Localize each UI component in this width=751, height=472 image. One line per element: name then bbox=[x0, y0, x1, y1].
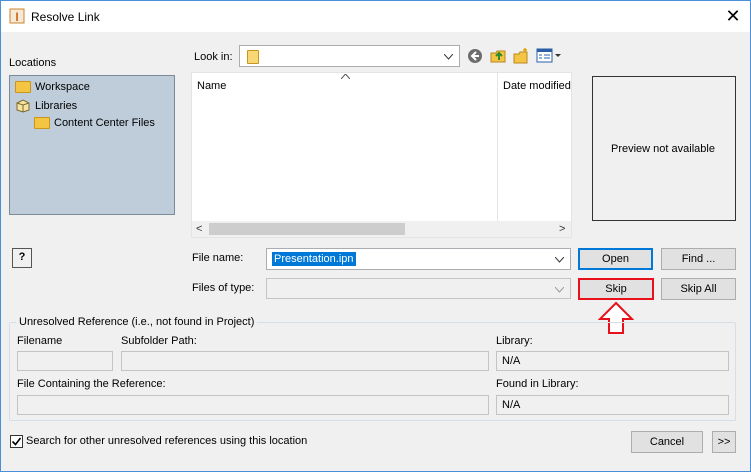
location-item-label: Libraries bbox=[35, 100, 78, 112]
chevron-down-icon bbox=[555, 287, 564, 293]
column-header-name[interactable]: Name bbox=[197, 80, 226, 92]
filename-label: Filename bbox=[17, 335, 63, 347]
svg-text:I: I bbox=[15, 10, 18, 24]
file-containing-reference-field[interactable] bbox=[17, 395, 489, 415]
skip-all-button[interactable]: Skip All bbox=[661, 278, 736, 300]
locations-heading: Locations bbox=[9, 57, 57, 69]
locations-panel: Workspace Libraries Content Center Files bbox=[9, 75, 175, 215]
close-icon[interactable]: ✕ bbox=[720, 4, 746, 28]
found-in-library-field[interactable]: N/A bbox=[496, 395, 729, 415]
help-button[interactable]: ? bbox=[12, 248, 32, 268]
look-in-dropdown[interactable] bbox=[239, 45, 460, 67]
search-checkbox[interactable] bbox=[10, 435, 23, 448]
new-folder-icon[interactable] bbox=[512, 47, 530, 65]
look-in-label: Look in: bbox=[194, 51, 233, 63]
files-of-type-label: Files of type: bbox=[192, 282, 255, 294]
library-icon bbox=[16, 99, 30, 113]
unresolved-reference-heading: Unresolved Reference (i.e., not found in… bbox=[16, 316, 258, 328]
column-divider bbox=[497, 73, 498, 221]
subfolder-path-label: Subfolder Path: bbox=[121, 335, 197, 347]
open-button[interactable]: Open bbox=[578, 248, 653, 270]
subfolder-path-field[interactable] bbox=[121, 351, 489, 371]
resolve-link-dialog: I Resolve Link ✕ Locations Workspace Lib… bbox=[0, 0, 751, 472]
cancel-button[interactable]: Cancel bbox=[631, 431, 703, 453]
file-list[interactable]: Name Date modified < > bbox=[191, 72, 572, 238]
expand-button[interactable]: >> bbox=[712, 431, 736, 453]
file-name-value[interactable]: Presentation.ipn bbox=[272, 252, 356, 266]
chevron-down-icon bbox=[444, 54, 453, 60]
scrollbar-thumb[interactable] bbox=[209, 223, 405, 235]
location-item-libraries[interactable]: Libraries bbox=[15, 99, 77, 113]
folder-icon bbox=[247, 50, 259, 64]
files-of-type-dropdown[interactable] bbox=[266, 278, 571, 299]
horizontal-scrollbar[interactable]: < > bbox=[192, 221, 571, 237]
location-item-workspace[interactable]: Workspace bbox=[15, 81, 90, 93]
file-containing-reference-label: File Containing the Reference: bbox=[17, 378, 166, 390]
library-label: Library: bbox=[496, 335, 533, 347]
filename-field[interactable] bbox=[17, 351, 113, 371]
found-in-library-value: N/A bbox=[502, 399, 521, 411]
file-name-combobox[interactable]: Presentation.ipn bbox=[266, 248, 571, 270]
chevron-down-icon[interactable] bbox=[555, 257, 564, 263]
library-value: N/A bbox=[502, 355, 521, 367]
location-item-label: Workspace bbox=[35, 81, 90, 93]
inventor-app-icon: I bbox=[9, 8, 25, 24]
help-icon: ? bbox=[18, 251, 26, 263]
sort-ascending-icon bbox=[341, 74, 350, 79]
scroll-right-icon[interactable]: > bbox=[559, 223, 565, 235]
location-item-content-center-files[interactable]: Content Center Files bbox=[34, 117, 155, 129]
window-title: Resolve Link bbox=[31, 10, 100, 24]
title-bar: I Resolve Link ✕ bbox=[1, 1, 750, 32]
preview-pane: Preview not available bbox=[592, 76, 736, 221]
folder-icon bbox=[34, 117, 50, 129]
find-button[interactable]: Find ... bbox=[661, 248, 736, 270]
location-item-label: Content Center Files bbox=[54, 117, 155, 129]
preview-text: Preview not available bbox=[611, 143, 715, 155]
library-field[interactable]: N/A bbox=[496, 351, 729, 371]
found-in-library-label: Found in Library: bbox=[496, 378, 579, 390]
file-name-label: File name: bbox=[192, 252, 244, 264]
skip-button[interactable]: Skip bbox=[578, 278, 654, 300]
view-menu-icon[interactable] bbox=[536, 48, 562, 64]
up-folder-icon[interactable] bbox=[489, 47, 507, 65]
search-checkbox-label[interactable]: Search for other unresolved references u… bbox=[26, 435, 307, 447]
folder-icon bbox=[15, 81, 31, 93]
checkmark-icon bbox=[11, 437, 22, 446]
back-icon[interactable] bbox=[467, 48, 483, 64]
scroll-left-icon[interactable]: < bbox=[196, 223, 202, 235]
column-header-date-modified[interactable]: Date modified bbox=[503, 80, 571, 92]
